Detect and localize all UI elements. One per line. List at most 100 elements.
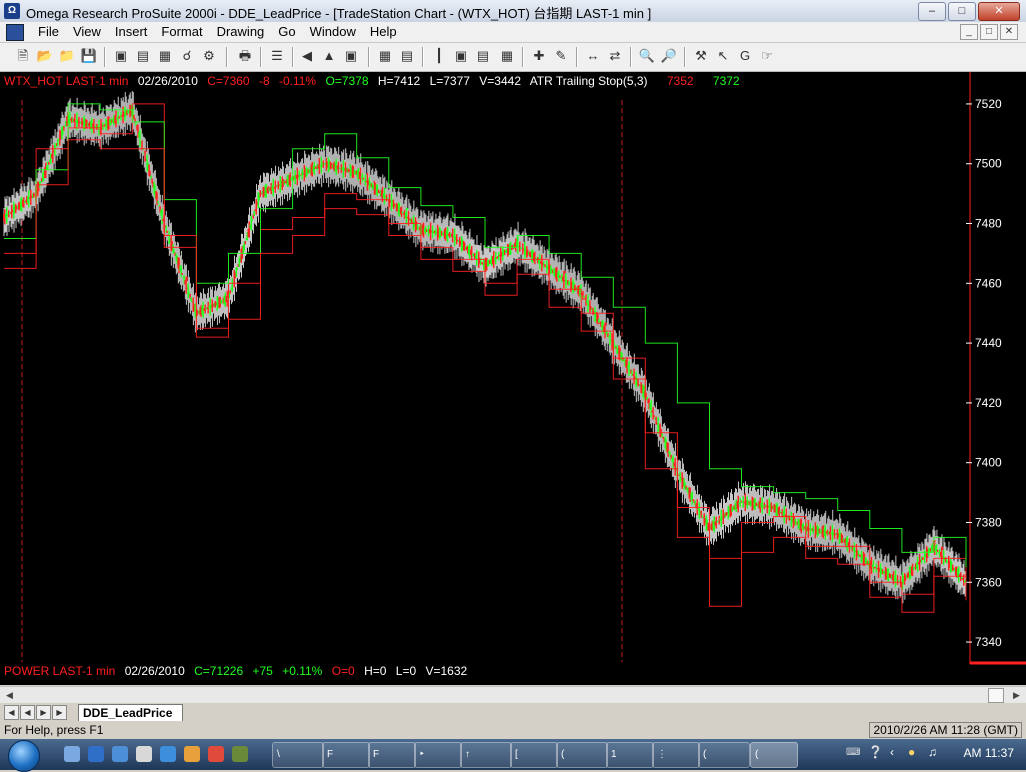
close-button[interactable]: ✕ <box>978 2 1020 21</box>
taskbar-item-chart2[interactable]: ( <box>556 742 608 768</box>
taskbar-item-ie[interactable]: F <box>368 742 416 768</box>
tab-prev-icon[interactable]: ◀ <box>20 705 35 720</box>
keyboard-icon[interactable]: ⌨ <box>846 747 860 758</box>
tray-arrow-icon[interactable]: ‹ <box>890 745 894 759</box>
internet-explorer-icon[interactable] <box>160 746 176 762</box>
tools-icon[interactable]: ⚒ <box>692 47 710 65</box>
chart-type-icon[interactable]: ▲ <box>320 47 338 65</box>
mdi-minimize-button[interactable]: _ <box>960 24 978 40</box>
print-icon[interactable]: 🖶 <box>236 47 254 65</box>
insert-analysis-icon[interactable]: ▣ <box>342 47 360 65</box>
power-low-label: L=0 <box>395 664 417 678</box>
mdi-controls: _ □ ✕ <box>960 24 1018 40</box>
menu-format[interactable]: Format <box>154 24 209 40</box>
open-folder-icon[interactable]: 📂 <box>36 47 54 65</box>
power-close-label: C=71226 <box>194 664 244 678</box>
help-pointer-icon[interactable]: ☞ <box>758 47 776 65</box>
notepad-icon[interactable] <box>136 746 152 762</box>
data-window-icon[interactable]: ▣ <box>452 47 470 65</box>
show-desktop-icon[interactable] <box>64 746 80 762</box>
horizontal-scrollbar[interactable]: ◀ ▶ <box>0 686 1026 704</box>
window-switcher-icon[interactable] <box>88 746 104 762</box>
help-tray-icon[interactable]: ❔ <box>868 745 883 759</box>
window-icon[interactable]: ▣ <box>112 47 130 65</box>
tools-window-icon[interactable]: ⚙ <box>200 47 218 65</box>
power-change-label: +75 <box>252 664 273 678</box>
menu-insert[interactable]: Insert <box>108 24 155 40</box>
pointer-icon[interactable]: ↖ <box>714 47 732 65</box>
y-tick-label: 7460 <box>975 276 1002 290</box>
open-workspace-icon[interactable]: 📁 <box>58 47 76 65</box>
status-datetime: 2010/2/26 AM 11:28 (GMT) <box>869 722 1022 738</box>
tab-dde-leadprice[interactable]: DDE_LeadPrice <box>78 704 184 721</box>
grid-window-icon[interactable]: ▦ <box>156 47 174 65</box>
zoom-out-icon[interactable]: 🔎 <box>660 47 678 65</box>
status-bar: For Help, press F1 2010/2/26 AM 11:28 (G… <box>0 721 1026 739</box>
scroll-left-icon[interactable]: ◀ <box>2 688 17 702</box>
taskbar-item-crown[interactable]: ⋮ <box>652 742 700 768</box>
chrome-icon[interactable] <box>208 746 224 762</box>
chart-window[interactable]: 7520 7500 7480 7460 7440 7420 7400 7380 7360 7340… <box>0 72 1026 685</box>
tab-last-icon[interactable]: ▶ <box>52 705 67 720</box>
high-label: H=7412 <box>377 74 421 88</box>
start-button[interactable] <box>8 740 40 772</box>
mdi-close-button[interactable]: ✕ <box>1000 24 1018 40</box>
chart-window-icon[interactable]: ▤ <box>134 47 152 65</box>
taskbar-item-chrome[interactable]: F <box>322 742 370 768</box>
game-icon[interactable] <box>232 746 248 762</box>
price-info-line: WTX_HOT LAST-1 min 02/26/2010 C=7360 -8 … <box>4 74 746 88</box>
maximize-button[interactable]: □ <box>948 2 976 21</box>
taskbar-item-app[interactable]: ‣ <box>414 742 462 768</box>
text-tool-icon[interactable]: G <box>736 47 754 65</box>
price-chart[interactable]: 7520 7500 7480 7460 7440 7420 7400 7380 7360 7340 <box>0 72 1026 685</box>
taskbar-item-chart3[interactable]: 1 <box>606 742 654 768</box>
tab-first-icon[interactable]: ◀ <box>4 705 19 720</box>
crosshair-chart-icon[interactable]: ✚ <box>530 47 548 65</box>
menu-file[interactable]: File <box>31 24 66 40</box>
menu-window[interactable]: Window <box>303 24 363 40</box>
help-text: For Help, press F1 <box>4 723 104 737</box>
scroll-back-icon[interactable]: ◀ <box>298 47 316 65</box>
bar-chart-icon[interactable]: ┃ <box>430 47 448 65</box>
table-icon[interactable]: ▦ <box>498 47 516 65</box>
mdi-restore-button[interactable]: □ <box>980 24 998 40</box>
tab-next-icon[interactable]: ▶ <box>36 705 51 720</box>
monitor-icon[interactable] <box>112 746 128 762</box>
taskbar-item-omega[interactable]: ( <box>750 742 798 768</box>
omega-app-icon[interactable]: Ω <box>4 3 20 19</box>
scroll-right-icon[interactable]: ▶ <box>1009 688 1024 702</box>
toolbar-separator <box>292 47 294 67</box>
taskbar-item-1[interactable]: \ <box>272 742 324 768</box>
menu-view[interactable]: View <box>66 24 108 40</box>
zoom-in-icon[interactable]: 🔍 <box>638 47 656 65</box>
indicator-value-1: 7352 <box>666 74 694 88</box>
volume-icon[interactable]: ♫ <box>928 745 937 759</box>
format-analysis-icon[interactable]: ▤ <box>398 47 416 65</box>
save-workspace-icon[interactable]: 💾 <box>80 47 98 65</box>
menu-drawing[interactable]: Drawing <box>210 24 272 40</box>
pct-label: -0.11% <box>278 74 317 88</box>
compress-bars-icon[interactable]: ↔ <box>584 47 602 65</box>
new-document-icon[interactable]: 🗎 <box>14 47 32 65</box>
messenger-icon[interactable] <box>184 746 200 762</box>
paint-icon[interactable]: ✎ <box>552 47 570 65</box>
window-title: Omega Research ProSuite 2000i - DDE_Lead… <box>26 6 652 21</box>
taskbar-item-chart1[interactable]: [ <box>510 742 558 768</box>
expand-bars-icon[interactable]: ⇄ <box>606 47 624 65</box>
network-icon[interactable]: ● <box>908 745 915 759</box>
power-info-line: POWER LAST-1 min 02/26/2010 C=71226 +75 … <box>4 664 473 678</box>
indicator-label: ATR Trailing Stop(5,3) <box>529 74 648 88</box>
document-icon[interactable] <box>6 24 24 41</box>
taskbar-item-folder[interactable]: ( <box>698 742 750 768</box>
find-window-icon[interactable]: ☌ <box>178 47 196 65</box>
menu-go[interactable]: Go <box>271 24 302 40</box>
low-label: L=7377 <box>429 74 470 88</box>
line-chart-icon[interactable]: ▤ <box>474 47 492 65</box>
taskbar-item-excel[interactable]: ↑ <box>460 742 512 768</box>
minimize-button[interactable]: – <box>918 2 946 21</box>
properties-icon[interactable]: ☰ <box>268 47 286 65</box>
symbol-label: WTX_HOT LAST-1 min <box>4 74 129 88</box>
menu-help[interactable]: Help <box>363 24 404 40</box>
scroll-thumb[interactable] <box>988 688 1004 703</box>
format-symbol-icon[interactable]: ▦ <box>376 47 394 65</box>
